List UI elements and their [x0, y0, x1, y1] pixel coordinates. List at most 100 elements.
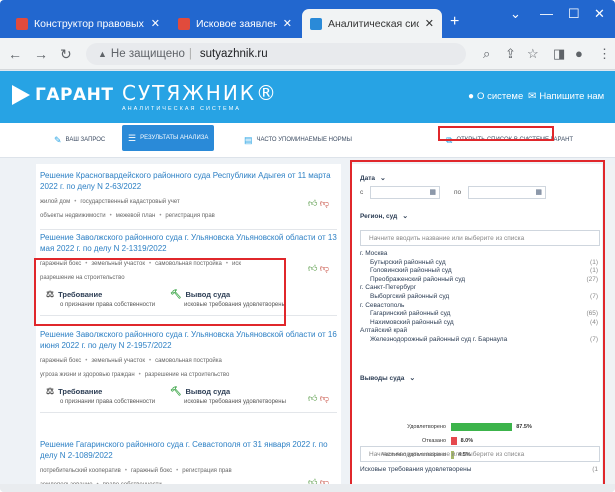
region-item[interactable]: г. Санкт-Петербург	[360, 284, 598, 293]
tag[interactable]: межевой план	[116, 213, 156, 219]
browser-tab-2[interactable]: Исковое заявление о приз ✕	[170, 9, 300, 38]
profile-icon[interactable]: ●	[575, 46, 583, 61]
garant-logo[interactable]: ГАРАНТ	[12, 85, 113, 105]
thumbs-down-icon[interactable]: 👎︎	[320, 198, 329, 208]
tag[interactable]: гаражный бокс	[131, 468, 172, 474]
open-list-button[interactable]: ⧉ ОТКРЫТЬ СПИСОК В СИСТЕМЕ ГАРАНТ	[440, 130, 579, 150]
court-item[interactable]: Головинский районный суд (1)	[360, 267, 598, 276]
thumbs-vote[interactable]: 👍︎ 👎︎	[308, 198, 329, 209]
outcome-value: исковые требования удовлетворены	[184, 399, 286, 405]
filter-panel: Дата ⌄ с ▦ по ▦ Регион, суд ⌄ Начните ввод…	[350, 164, 602, 492]
tag[interactable]: государственный кадастровый учет	[80, 199, 179, 205]
tag[interactable]: потребительский кооператив	[40, 468, 121, 474]
claims-name: Исковые требования удовлетворены	[360, 466, 472, 473]
tag[interactable]: разрешение на строительство	[145, 372, 230, 378]
close-tab-icon[interactable]: ✕	[151, 17, 160, 30]
tag[interactable]: регистрация прав	[182, 468, 231, 474]
tag[interactable]: разрешение на строительство	[40, 275, 125, 281]
outcomes-filter-header[interactable]: Выводы суда ⌄	[360, 374, 415, 383]
date-to-input[interactable]: ▦	[468, 186, 546, 199]
requirement-block: ⚖ Требование о признании права собственно…	[46, 386, 164, 406]
chart-bar-row[interactable]: Отказано 8.0%	[350, 436, 602, 446]
thumbs-up-icon[interactable]: 👍︎	[308, 263, 317, 273]
reload-icon[interactable]: ↻	[60, 46, 72, 63]
about-link[interactable]: ● О системе	[468, 91, 523, 102]
region-item[interactable]: Алтайский край	[360, 327, 598, 336]
date-from-input[interactable]: ▦	[370, 186, 440, 199]
region-search-input[interactable]: Начните вводить название или выберите из…	[360, 230, 600, 246]
zoom-icon[interactable]: ⌕	[483, 46, 490, 62]
tag[interactable]: земельный участок	[91, 261, 145, 267]
tag[interactable]: иск	[232, 261, 241, 267]
tab-norms[interactable]: ▤ ЧАСТО УПОМИНАЕМЫЕ НОРМЫ	[238, 130, 358, 150]
chart-category-label: Удовлетворено	[407, 424, 446, 430]
region-name: г. Москва	[360, 250, 388, 257]
court-item[interactable]: Гагаринский районный суд (65)	[360, 310, 598, 319]
forward-icon[interactable]: →	[34, 46, 48, 62]
calendar-icon[interactable]: ▦	[535, 188, 542, 196]
tag[interactable]: объекты недвижимости	[40, 213, 106, 219]
claims-item[interactable]: Исковые требования удовлетворены (1	[360, 466, 598, 475]
tab-results[interactable]: ☰ РЕЗУЛЬТАТЫ АНАЛИЗА	[122, 125, 215, 151]
maximize-icon[interactable]: ☐	[568, 6, 580, 22]
close-tab-icon[interactable]: ✕	[283, 17, 292, 30]
horizontal-scrollbar[interactable]	[0, 484, 615, 492]
thumbs-down-icon[interactable]: 👎︎	[320, 393, 329, 403]
result-title-link[interactable]: Решение Заволжского районного суда г. Ул…	[40, 329, 337, 351]
outcome-value: исковые требования удовлетворены	[184, 302, 286, 308]
outcomes-search-input[interactable]: Начните вводить название или выберите из…	[360, 446, 600, 462]
tag[interactable]: угроза жизни и здоровью граждан	[40, 372, 135, 378]
side-panel-icon[interactable]: ◨	[553, 46, 565, 62]
close-tab-icon[interactable]: ✕	[425, 17, 434, 30]
browser-tab-3[interactable]: Аналитическая система С ✕	[302, 9, 442, 38]
new-tab-button[interactable]: +	[450, 13, 459, 31]
minimize-icon[interactable]: —	[540, 6, 553, 21]
about-label: О системе	[477, 91, 524, 102]
region-name: г. Севастополь	[360, 301, 405, 309]
vertical-scrollbar[interactable]	[608, 165, 615, 484]
date-filter-header[interactable]: Дата ⌄	[360, 174, 386, 183]
url-text: sutyazhnik.ru	[199, 48, 268, 60]
contact-link[interactable]: ✉ Напишите нам	[528, 91, 604, 102]
region-item[interactable]: г. Москва	[360, 250, 598, 259]
calendar-icon[interactable]: ▦	[429, 188, 436, 196]
garant-favicon-icon	[178, 17, 190, 30]
tab-label: ЧАСТО УПОМИНАЕМЫЕ НОРМЫ	[256, 137, 352, 143]
url-field[interactable]: ▲ Не защищено | sutyazhnik.ru	[86, 43, 466, 65]
share-icon[interactable]: ⇪	[505, 46, 516, 62]
region-filter-header[interactable]: Регион, суд ⌄	[360, 212, 408, 221]
tag[interactable]: земельный участок	[91, 358, 145, 364]
tab-search-icon[interactable]: ⌄	[510, 6, 521, 22]
region-item[interactable]: г. Севастополь	[360, 302, 598, 311]
thumbs-vote[interactable]: 👍︎ 👎︎	[308, 263, 329, 274]
tab-request[interactable]: ✎ ВАШ ЗАПРОС	[48, 130, 111, 150]
bookmark-star-icon[interactable]: ☆	[527, 46, 539, 62]
outcome-label: Вывод суда	[185, 290, 231, 299]
result-title-link[interactable]: Решение Красногвардейского районного суд…	[40, 170, 337, 192]
tag[interactable]: самовольная постройка	[155, 261, 222, 267]
court-item[interactable]: Железнодорожный районный суд г. Барнаула…	[360, 336, 598, 345]
court-item[interactable]: Бутырский районный суд (1)	[360, 259, 598, 268]
thumbs-vote[interactable]: 👍︎ 👎︎	[308, 393, 329, 404]
thumbs-down-icon[interactable]: 👎︎	[320, 263, 329, 273]
court-item[interactable]: Выборгский районный суд (7)	[360, 293, 598, 302]
list-item: Решение Заволжского районного суда г. Ул…	[36, 226, 341, 323]
result-title-link[interactable]: Решение Гагаринского районного суда г. С…	[40, 439, 337, 461]
thumbs-up-icon[interactable]: 👍︎	[308, 393, 317, 403]
tag[interactable]: регистрация прав	[165, 213, 214, 219]
back-icon[interactable]: ←	[8, 46, 22, 62]
list-item: Решение Красногвардейского районного суд…	[36, 164, 341, 230]
tag[interactable]: гаражный бокс	[40, 261, 81, 267]
chart-bar-row[interactable]: Удовлетворено 87.5%	[350, 422, 602, 432]
tag[interactable]: гаражный бокс	[40, 358, 81, 364]
outcome-block: 🔨︎ Вывод суда исковые требования удовлетв…	[170, 386, 288, 406]
sutyazhnik-favicon-icon	[310, 17, 322, 30]
result-title-link[interactable]: Решение Заволжского районного суда г. Ул…	[40, 232, 337, 254]
tag[interactable]: жилой дом	[40, 199, 70, 205]
menu-icon[interactable]: ⋮	[598, 46, 611, 62]
close-window-icon[interactable]: ✕	[594, 6, 605, 22]
tag[interactable]: самовольная постройка	[155, 358, 222, 364]
thumbs-up-icon[interactable]: 👍︎	[308, 198, 317, 208]
filter-label: Выводы суда	[360, 374, 405, 382]
browser-tab-1[interactable]: Конструктор правовых до ✕	[8, 9, 168, 38]
